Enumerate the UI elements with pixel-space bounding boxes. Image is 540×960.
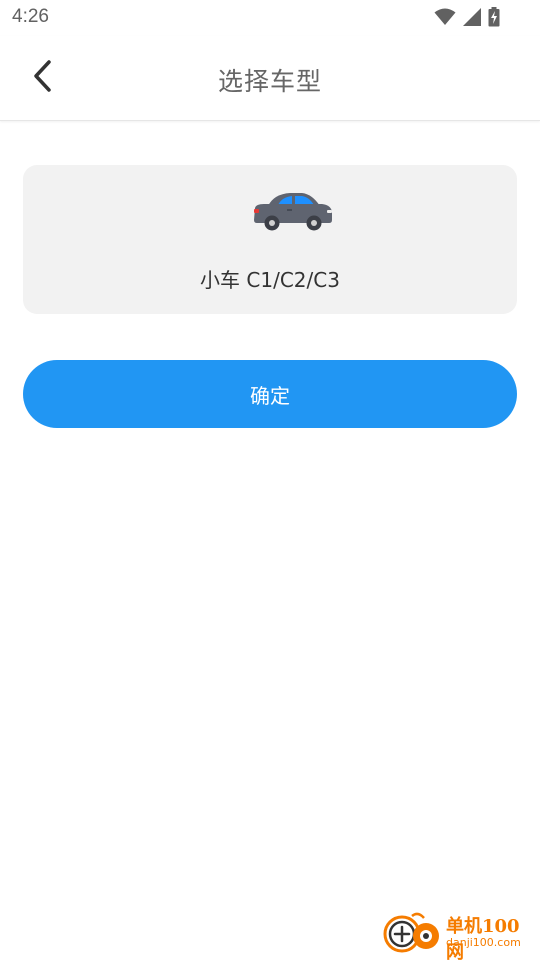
app-bar: 选择车型	[0, 36, 540, 121]
signal-icon	[462, 7, 482, 31]
car-icon	[252, 190, 334, 232]
confirm-button[interactable]: 确定	[23, 360, 517, 428]
vehicle-option-label: 小车 C1/C2/C3	[200, 268, 340, 292]
wifi-icon	[434, 8, 456, 30]
watermark-url: danji100.com	[446, 936, 521, 949]
status-bar: 4:26	[0, 0, 540, 36]
page-title: 选择车型	[217, 67, 322, 96]
battery-charging-icon	[488, 7, 500, 31]
status-time: 4:26	[12, 6, 49, 27]
status-icons	[434, 7, 500, 31]
vehicle-option-card[interactable]: 小车 C1/C2/C3	[23, 165, 517, 314]
screen: 4:26 选择车型 小车 C1/C2/C3 确定 单机100网 danji100…	[0, 0, 540, 960]
watermark-logo-icon	[382, 912, 444, 954]
watermark: 单机100网 danji100.com	[382, 910, 532, 960]
